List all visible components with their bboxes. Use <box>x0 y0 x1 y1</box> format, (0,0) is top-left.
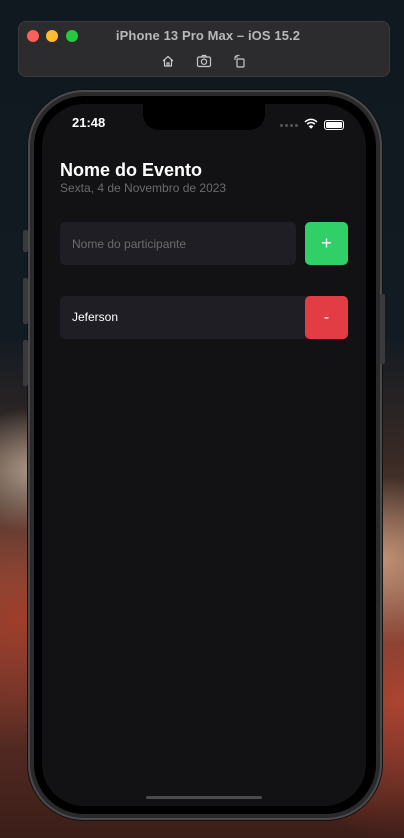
rotate-icon[interactable] <box>231 52 249 70</box>
notch <box>143 104 265 130</box>
cellular-signal-icon <box>280 123 298 127</box>
add-participant-button[interactable]: + <box>305 222 348 265</box>
remove-participant-button[interactable]: - <box>305 296 348 339</box>
event-title: Nome do Evento <box>60 160 203 180</box>
power-button <box>380 294 385 364</box>
app-screen: 21:48 Nome do Evento Sexta, 4 de Novembr… <box>42 104 366 806</box>
mute-switch <box>23 230 28 252</box>
simulator-toolbar: iPhone 13 Pro Max – iOS 15.2 <box>18 21 390 77</box>
add-participant-form: + <box>60 222 348 265</box>
event-date: Sexta, 4 de Novembro de 2023 <box>60 181 227 195</box>
screenshot-icon[interactable] <box>195 52 213 70</box>
participant-name: Jeferson <box>72 310 119 324</box>
participant-name-input[interactable] <box>60 222 296 265</box>
home-icon[interactable] <box>159 52 177 70</box>
simulator-title: iPhone 13 Pro Max – iOS 15.2 <box>115 28 301 43</box>
wifi-icon <box>304 116 318 134</box>
status-indicators <box>280 116 344 134</box>
participant-item: Jeferson - <box>60 296 348 339</box>
volume-up-button <box>23 278 28 324</box>
home-indicator[interactable] <box>146 796 262 799</box>
battery-icon <box>324 120 344 130</box>
volume-down-button <box>23 340 28 386</box>
status-time: 21:48 <box>72 115 106 130</box>
